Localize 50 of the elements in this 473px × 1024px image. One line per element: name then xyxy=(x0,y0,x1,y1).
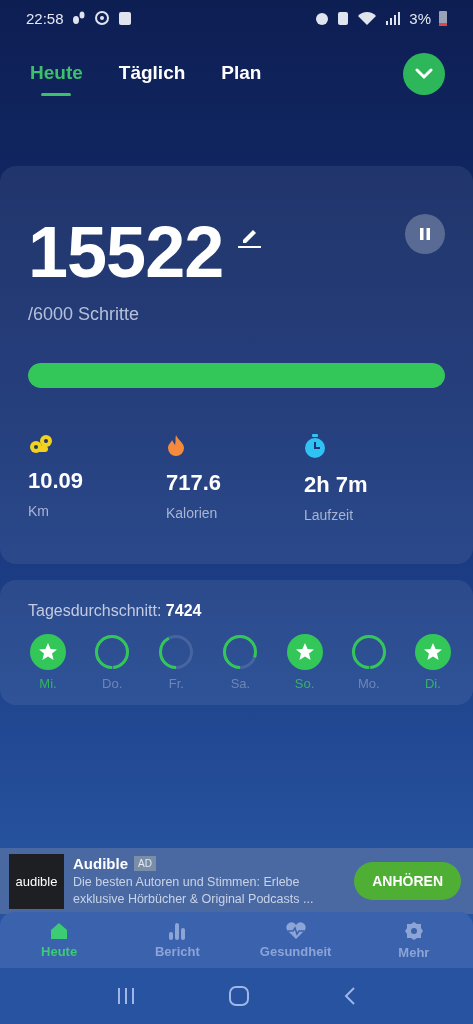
nav-item[interactable]: Gesundheit xyxy=(236,912,355,968)
audible-logo: audible xyxy=(9,853,64,909)
footprints-icon xyxy=(71,10,86,26)
pause-button[interactable] xyxy=(405,214,445,254)
stat-label: Km xyxy=(28,503,49,519)
day-label: Mi. xyxy=(39,676,57,691)
listen-button[interactable]: ANHÖREN xyxy=(354,862,461,900)
pause-icon xyxy=(418,227,432,241)
daily-average: Tagesdurchschnitt: 7424 xyxy=(28,602,203,620)
footprints-icon xyxy=(28,434,54,454)
chevron-down-icon xyxy=(415,68,433,80)
ad-title: Audible xyxy=(73,855,128,873)
settings-icon xyxy=(403,920,424,941)
day-label: Fr. xyxy=(168,676,184,691)
battery-percent: 3% xyxy=(409,9,431,27)
home-icon[interactable] xyxy=(228,985,251,1007)
ad-banner[interactable]: audible Audible AD Die besten Autoren und Stimmen: Erlebe exklusive Hörbücher & Original Podcasts ... ANHÖREN xyxy=(0,848,473,914)
step-count: 15522 xyxy=(28,216,224,288)
heart-pulse-icon xyxy=(284,921,307,940)
signal-icon xyxy=(385,10,402,26)
stat-label: Laufzeit xyxy=(304,507,354,523)
bar-chart-icon xyxy=(168,921,187,940)
tab[interactable]: Plan xyxy=(221,62,262,96)
ad-text: Die besten Autoren und Stimmen: Erlebe exklusive Hörbücher & Original Podcasts ... xyxy=(73,874,315,907)
stat-label: Kalorien xyxy=(166,505,218,521)
dropdown-button[interactable] xyxy=(403,53,445,95)
day-label: Do. xyxy=(102,676,123,691)
stat-value: 10.09 xyxy=(28,468,84,494)
nav-item[interactable]: Mehr xyxy=(354,912,473,968)
tab[interactable]: Täglich xyxy=(118,62,186,96)
tab[interactable]: Heute xyxy=(30,62,83,96)
recent-apps-icon[interactable] xyxy=(116,986,137,1006)
stat-value: 2h 7m xyxy=(304,472,368,498)
home-icon xyxy=(50,921,69,940)
day-label: So. xyxy=(294,676,315,691)
wifi-icon xyxy=(357,10,378,26)
nav-item[interactable]: Bericht xyxy=(118,912,237,968)
sync-icon xyxy=(93,10,110,26)
stat-value: 717.6 xyxy=(166,470,222,496)
day-label: Mo. xyxy=(357,676,380,691)
ad-badge: AD xyxy=(134,856,156,872)
flame-icon xyxy=(166,434,186,456)
nav-item[interactable]: Heute xyxy=(0,912,119,968)
day-label: Di. xyxy=(425,676,441,691)
back-icon[interactable] xyxy=(342,986,357,1006)
step-goal: /6000 Schritte xyxy=(28,304,141,325)
status-time: 22:58 xyxy=(26,9,64,27)
day-label: Sa. xyxy=(230,676,251,691)
stopwatch-icon xyxy=(304,434,326,458)
battery-icon xyxy=(439,10,447,26)
